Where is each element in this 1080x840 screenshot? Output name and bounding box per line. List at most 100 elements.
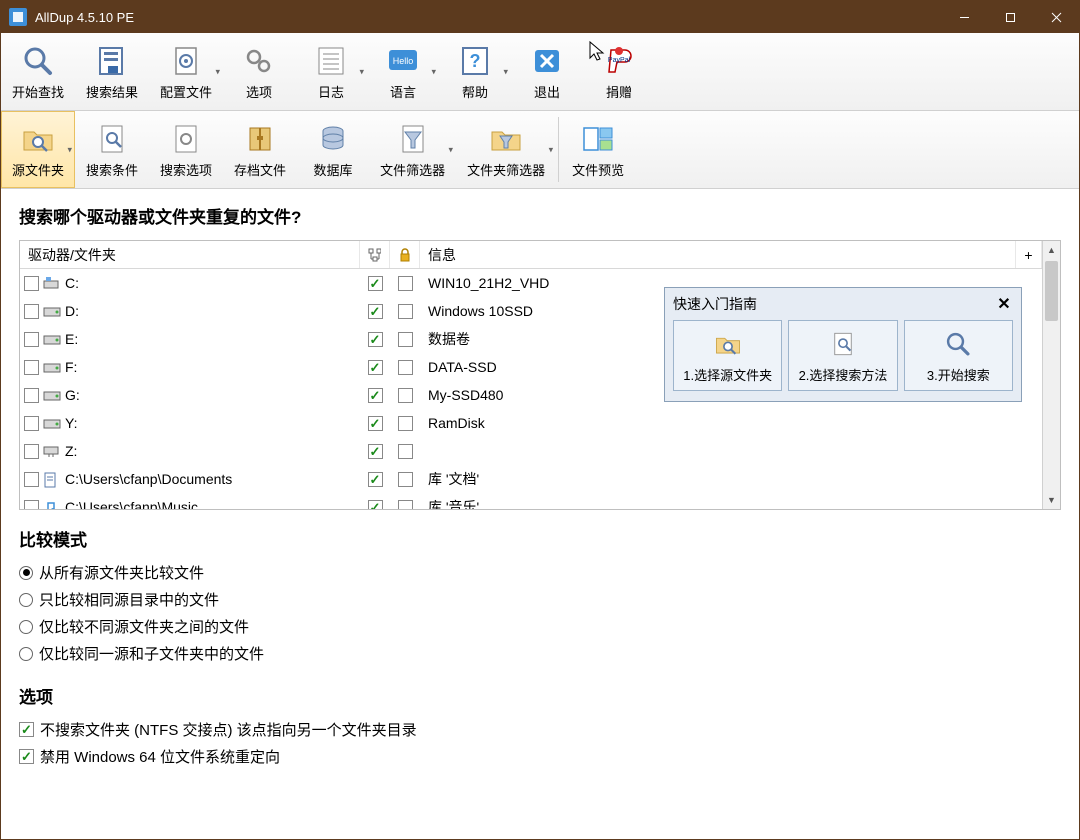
close-button[interactable] xyxy=(1033,1,1079,33)
col-lock-header[interactable] xyxy=(390,241,420,268)
row-lock-checkbox[interactable] xyxy=(398,276,413,291)
guide-step-3[interactable]: 3.开始搜索 xyxy=(904,320,1013,391)
row-select-checkbox[interactable] xyxy=(24,332,39,347)
row-lock-checkbox[interactable] xyxy=(398,500,413,510)
row-select-checkbox[interactable] xyxy=(24,500,39,510)
log-button[interactable]: 日志▾ xyxy=(295,33,367,110)
quick-guide-close-button[interactable]: ✕ xyxy=(995,295,1013,313)
paypal-icon: PayPal xyxy=(599,42,639,80)
quick-guide-panel: 快速入门指南 ✕ 1.选择源文件夹2.选择搜索方法3.开始搜索 xyxy=(664,287,1022,402)
magnifier-icon xyxy=(18,42,58,80)
row-path: C: xyxy=(65,275,79,291)
vertical-scrollbar[interactable]: ▲ ▼ xyxy=(1042,241,1060,509)
drive-icon xyxy=(43,304,61,318)
row-lock-checkbox[interactable] xyxy=(398,472,413,487)
donate-button[interactable]: PayPal捐赠 xyxy=(583,33,655,110)
row-select-checkbox[interactable] xyxy=(24,416,39,431)
drive-icon xyxy=(43,416,61,430)
option-check-0[interactable]: 不搜索文件夹 (NTFS 交接点) 该点指向另一个文件夹目录 xyxy=(19,716,1061,743)
table-row[interactable]: C:\Users\cfanp\Music库 '音乐' xyxy=(20,493,1042,509)
row-select-checkbox[interactable] xyxy=(24,444,39,459)
row-select-checkbox[interactable] xyxy=(24,388,39,403)
scroll-up-button[interactable]: ▲ xyxy=(1043,241,1060,259)
row-lock-checkbox[interactable] xyxy=(398,388,413,403)
exit-button[interactable]: 退出 xyxy=(511,33,583,110)
file-filter-tab[interactable]: 文件筛选器▾ xyxy=(369,111,456,188)
language-button[interactable]: Hello语言▾ xyxy=(367,33,439,110)
svg-text:?: ? xyxy=(470,51,481,71)
col-tree-header[interactable] xyxy=(360,241,390,268)
option-check-1[interactable]: 禁用 Windows 64 位文件系统重定向 xyxy=(19,743,1061,770)
search-criteria-tab[interactable]: 搜索条件 xyxy=(75,111,149,188)
database-tab[interactable]: 数据库 xyxy=(297,111,369,188)
profile-button[interactable]: 配置文件▾ xyxy=(149,33,223,110)
maximize-button[interactable] xyxy=(987,1,1033,33)
question-icon: ? xyxy=(455,42,495,80)
table-header: 驱动器/文件夹 信息 + xyxy=(20,241,1042,269)
checkbox-icon[interactable] xyxy=(19,722,34,737)
archive-tab[interactable]: 存档文件 xyxy=(223,111,297,188)
add-folder-button[interactable]: + xyxy=(1016,241,1042,268)
row-recurse-checkbox[interactable] xyxy=(368,500,383,510)
compare-option-1[interactable]: 只比较相同源目录中的文件 xyxy=(19,586,1061,613)
row-lock-checkbox[interactable] xyxy=(398,360,413,375)
row-recurse-checkbox[interactable] xyxy=(368,472,383,487)
scroll-thumb[interactable] xyxy=(1045,261,1058,321)
search-options-tab[interactable]: 搜索选项 xyxy=(149,111,223,188)
row-lock-checkbox[interactable] xyxy=(398,444,413,459)
chevron-down-icon: ▾ xyxy=(449,144,454,155)
compare-mode-group: 比较模式 从所有源文件夹比较文件只比较相同源目录中的文件仅比较不同源文件夹之间的… xyxy=(19,526,1061,667)
close-blue-icon xyxy=(527,42,567,80)
doc-mag-icon xyxy=(92,120,132,158)
options-button[interactable]: 选项 xyxy=(223,33,295,110)
radio-icon[interactable] xyxy=(19,620,33,634)
row-recurse-checkbox[interactable] xyxy=(368,360,383,375)
options-group: 选项 不搜索文件夹 (NTFS 交接点) 该点指向另一个文件夹目录禁用 Wind… xyxy=(19,683,1061,770)
scroll-down-button[interactable]: ▼ xyxy=(1043,491,1060,509)
row-select-checkbox[interactable] xyxy=(24,360,39,375)
drive-net-icon xyxy=(43,444,61,458)
row-lock-checkbox[interactable] xyxy=(398,304,413,319)
row-select-checkbox[interactable] xyxy=(24,472,39,487)
row-select-checkbox[interactable] xyxy=(24,276,39,291)
compare-option-0[interactable]: 从所有源文件夹比较文件 xyxy=(19,559,1061,586)
list-icon xyxy=(311,42,351,80)
guide-step-2[interactable]: 2.选择搜索方法 xyxy=(788,320,897,391)
drive-icon xyxy=(43,332,61,346)
row-lock-checkbox[interactable] xyxy=(398,332,413,347)
help-button[interactable]: ?帮助▾ xyxy=(439,33,511,110)
doc-mag-icon xyxy=(793,327,892,361)
gears-icon xyxy=(239,42,279,80)
hello-icon: Hello xyxy=(383,42,423,80)
radio-icon[interactable] xyxy=(19,593,33,607)
row-path: C:\Users\cfanp\Music xyxy=(65,499,198,509)
row-select-checkbox[interactable] xyxy=(24,304,39,319)
row-recurse-checkbox[interactable] xyxy=(368,332,383,347)
search-results-button[interactable]: 搜索结果 xyxy=(75,33,149,110)
table-row[interactable]: Y:RamDisk xyxy=(20,409,1042,437)
chevron-down-icon: ▾ xyxy=(432,66,437,77)
radio-icon[interactable] xyxy=(19,566,33,580)
table-row[interactable]: C:\Users\cfanp\Documents库 '文档' xyxy=(20,465,1042,493)
row-recurse-checkbox[interactable] xyxy=(368,416,383,431)
compare-option-2[interactable]: 仅比较不同源文件夹之间的文件 xyxy=(19,613,1061,640)
radio-icon[interactable] xyxy=(19,647,33,661)
row-recurse-checkbox[interactable] xyxy=(368,388,383,403)
folder-filter-tab[interactable]: 文件夹筛选器▾ xyxy=(456,111,556,188)
file-preview-tab[interactable]: 文件预览 xyxy=(561,111,635,188)
table-row[interactable]: Z: xyxy=(20,437,1042,465)
row-recurse-checkbox[interactable] xyxy=(368,444,383,459)
checkbox-icon[interactable] xyxy=(19,749,34,764)
start-search-button[interactable]: 开始查找 xyxy=(1,33,75,110)
col-path-header[interactable]: 驱动器/文件夹 xyxy=(20,241,360,268)
compare-option-3[interactable]: 仅比较同一源和子文件夹中的文件 xyxy=(19,640,1061,667)
row-recurse-checkbox[interactable] xyxy=(368,276,383,291)
col-info-header[interactable]: 信息 xyxy=(420,241,1016,268)
row-lock-checkbox[interactable] xyxy=(398,416,413,431)
minimize-button[interactable] xyxy=(941,1,987,33)
compare-mode-legend: 比较模式 xyxy=(19,526,1061,551)
quick-guide-title: 快速入门指南 xyxy=(673,294,757,314)
row-recurse-checkbox[interactable] xyxy=(368,304,383,319)
guide-step-1[interactable]: 1.选择源文件夹 xyxy=(673,320,782,391)
source-folder-tab[interactable]: 源文件夹▾ xyxy=(1,111,75,188)
